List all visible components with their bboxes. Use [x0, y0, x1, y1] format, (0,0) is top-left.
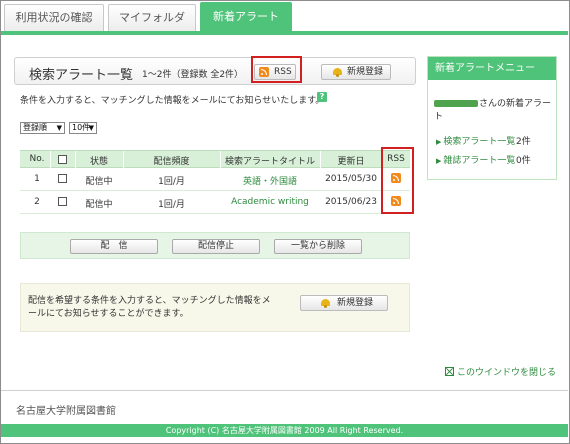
header-no: No.: [29, 154, 45, 164]
row-checkbox[interactable]: [58, 197, 67, 206]
alert-list-header: 検索アラート一覧 1～2件（登録数 全2件） RSS 新規登録: [14, 57, 416, 85]
sidebar-header: 新着アラートメニュー: [428, 57, 556, 80]
sidebar-item-count: 2件: [516, 137, 531, 147]
remove-from-list-button[interactable]: 一覧から削除: [274, 239, 362, 254]
per-page-select-value: 10件: [72, 123, 91, 132]
footer-divider: [1, 390, 568, 391]
help-icon[interactable]: ?: [317, 92, 327, 102]
sidebar-item-label: 検索アラート一覧: [443, 137, 516, 147]
table-header: No. 状態 配信頻度 検索アラートタイトル 更新日 RSS: [20, 150, 410, 169]
stop-delivery-button[interactable]: 配信停止: [172, 239, 260, 254]
sort-select-value: 登録順: [23, 123, 47, 132]
row-status: 配信中: [85, 200, 113, 210]
tab-my-folder[interactable]: マイフォルダ: [108, 4, 196, 31]
library-name: 名古屋大学附属図書館: [16, 406, 116, 417]
header-title: 検索アラートタイトル: [224, 157, 315, 167]
close-window-link[interactable]: このウインドウを閉じる: [445, 365, 556, 378]
deliver-button[interactable]: 配 信: [70, 239, 158, 254]
redacted-username: [434, 100, 478, 107]
result-count: 1～2件（登録数 全2件）: [142, 70, 244, 80]
header-updated: 更新日: [337, 157, 365, 167]
chevron-down-icon: ▼: [56, 124, 62, 132]
copyright-bar: Copyright (C) 名古屋大学附属図書館 2009 All Right …: [1, 424, 568, 437]
info-text: 配信を希望する条件を入力すると、マッチングした情報をメールにてお知らせすることが…: [28, 296, 271, 319]
chevron-down-icon: ▼: [88, 124, 94, 132]
page-title: 検索アラート一覧: [29, 68, 134, 83]
row-frequency: 1回/月: [158, 200, 185, 210]
sidebar-item-journal-alerts[interactable]: ▶ 雑誌アラート一覧: [436, 153, 515, 166]
row-title-link[interactable]: 英語・外国語: [220, 174, 320, 187]
header-status: 状態: [89, 157, 108, 167]
alert-menu-sidebar: 新着アラートメニュー さんの新着アラート ▶ 検索アラート一覧 2件 ▶ 雑誌アラー…: [427, 56, 557, 180]
new-registration-label: 新規登録: [347, 67, 384, 77]
row-no: 2: [34, 197, 40, 207]
tab-usage-status[interactable]: 利用状況の確認: [4, 4, 104, 31]
close-icon: [445, 367, 454, 376]
new-registration-label: 新規登録: [337, 298, 374, 308]
select-all-checkbox[interactable]: [58, 155, 67, 164]
row-status: 配信中: [85, 177, 113, 187]
tab-new-alerts[interactable]: 新着アラート: [200, 2, 292, 31]
sidebar-item-count: 0件: [516, 156, 531, 166]
table-row: 1 配信中 1回/月 英語・外国語 2015/05/30: [20, 168, 410, 191]
tab-bar: 利用状況の確認 マイフォルダ 新着アラート: [1, 1, 568, 33]
row-updated: 2015/06/23: [325, 197, 377, 207]
row-frequency: 1回/月: [158, 177, 185, 187]
info-box: 配信を希望する条件を入力すると、マッチングした情報をメールにてお知らせすることが…: [20, 283, 410, 332]
sidebar-item-search-alerts[interactable]: ▶ 検索アラート一覧: [436, 134, 515, 147]
column-divider: [50, 151, 51, 169]
sort-select[interactable]: 登録順 ▼: [20, 122, 65, 134]
sidebar-user-line: さんの新着アラート: [434, 96, 556, 122]
row-checkbox[interactable]: [58, 174, 67, 183]
triangle-right-icon: ▶: [436, 157, 442, 165]
row-no: 1: [34, 174, 40, 184]
header-frequency: 配信頻度: [153, 157, 190, 167]
close-window-label: このウインドウを閉じる: [457, 368, 557, 378]
table-row: 2 配信中 1回/月 Academic writing 2015/06/23: [20, 191, 410, 214]
rss-highlight-box: [251, 56, 302, 83]
rss-column-highlight-box: [381, 147, 414, 214]
per-page-select[interactable]: 10件 ▼: [69, 122, 97, 134]
bell-icon: [332, 67, 343, 77]
description-text: 条件を入力すると、マッチングした情報をメールにてお知らせいたします。: [20, 96, 325, 106]
action-bar: 配 信 配信停止 一覧から削除: [20, 232, 410, 259]
row-title-link[interactable]: Academic writing: [220, 197, 320, 207]
bell-icon: [320, 298, 331, 308]
triangle-right-icon: ▶: [436, 138, 442, 146]
tab-underline: [1, 31, 568, 35]
new-registration-button-bottom[interactable]: 新規登録: [300, 295, 388, 311]
row-updated: 2015/05/30: [325, 174, 377, 184]
new-registration-button[interactable]: 新規登録: [321, 64, 391, 80]
sidebar-item-label: 雑誌アラート一覧: [443, 156, 516, 166]
